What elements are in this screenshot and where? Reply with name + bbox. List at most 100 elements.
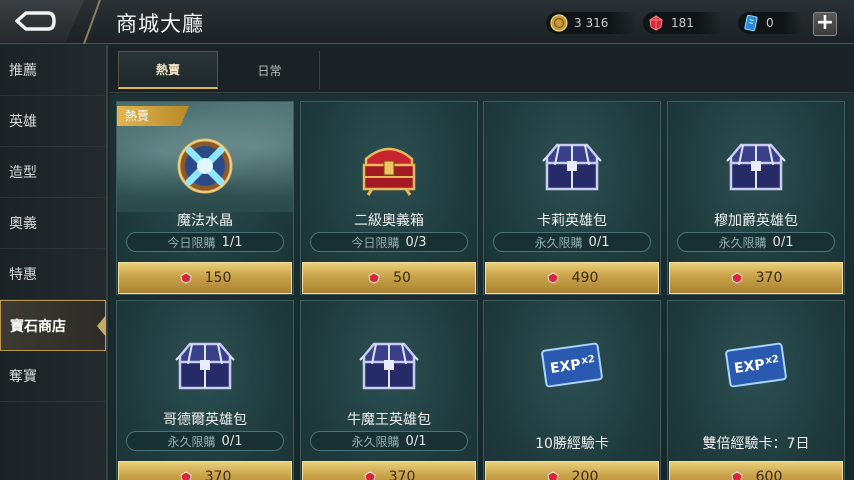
top-bar: 商城大廳 3 316 181 0 +: [0, 0, 854, 44]
red-gem-icon: [731, 471, 743, 480]
back-button[interactable]: [0, 0, 84, 42]
limit-count: 0/1: [405, 433, 427, 449]
gold-coin-icon: [550, 14, 568, 32]
red-gem-icon: [364, 471, 376, 480]
magic-crystal-icon: [177, 138, 233, 194]
page-title: 商城大廳: [116, 12, 204, 36]
purchase-limit: 永久限購 0/1: [493, 232, 651, 252]
header-divider: [83, 0, 101, 44]
buy-button[interactable]: 370: [118, 461, 292, 480]
product-name: 穆加爵英雄包: [714, 213, 798, 229]
product-card[interactable]: EXP x2 雙倍經驗卡：7日 600: [667, 300, 845, 480]
product-card[interactable]: 牛魔王英雄包 永久限購 0/1 370: [300, 300, 478, 480]
limit-count: 0/1: [221, 433, 243, 449]
hero-chest-icon: [726, 143, 786, 191]
purchase-limit: 今日限購 0/3: [310, 232, 468, 252]
product-card[interactable]: 熱賣 魔法水晶 今日限購 1/1 150: [116, 101, 294, 295]
limit-count: 0/1: [772, 234, 794, 250]
product-name: 卡莉英雄包: [537, 213, 607, 229]
limit-count: 0/1: [588, 234, 610, 250]
ticket-value: 0: [766, 16, 774, 30]
tab-bar: 熱賣 日常: [110, 45, 854, 93]
tab-daily[interactable]: 日常: [220, 51, 320, 89]
product-art: [301, 319, 477, 411]
purchase-limit: 今日限購 1/1: [126, 232, 284, 252]
limit-label: 永久限購: [351, 434, 400, 449]
limit-label: 今日限購: [167, 235, 216, 250]
sidebar: 推薦 英雄 造型 奧義 特惠 寶石商店 奪寶: [0, 45, 108, 480]
hero-chest-icon: [542, 143, 602, 191]
exp-card-multiplier: x2: [765, 354, 780, 367]
product-grid: 熱賣 魔法水晶 今日限購 1/1 150 二級奧義箱 今日限購 0/3 50 卡…: [110, 94, 854, 480]
purchase-limit: 永久限購 0/1: [126, 431, 284, 451]
gem-value: 181: [671, 16, 694, 30]
product-art: [668, 120, 844, 212]
add-currency-button[interactable]: +: [813, 12, 837, 36]
buy-button[interactable]: 490: [485, 262, 659, 294]
gem-balance: 181: [643, 12, 722, 34]
limit-count: 0/3: [405, 234, 427, 250]
product-art: [117, 120, 293, 212]
product-card[interactable]: 哥德爾英雄包 永久限購 0/1 370: [116, 300, 294, 480]
tab-hot-sale[interactable]: 熱賣: [118, 51, 218, 89]
buy-button[interactable]: 370: [302, 461, 476, 480]
exp-card-icon: EXP x2: [725, 342, 787, 388]
blue-ticket-icon: [744, 14, 758, 32]
sidebar-item-skins[interactable]: 造型: [0, 147, 106, 198]
sidebar-item-recommend[interactable]: 推薦: [0, 45, 106, 96]
price-value: 150: [204, 270, 232, 286]
product-card[interactable]: 卡莉英雄包 永久限購 0/1 490: [483, 101, 661, 295]
sidebar-item-gem-shop[interactable]: 寶石商店: [0, 300, 106, 351]
limit-count: 1/1: [221, 234, 243, 250]
buy-button[interactable]: 200: [485, 461, 659, 480]
price-value: 370: [204, 469, 232, 480]
buy-button[interactable]: 370: [669, 262, 843, 294]
red-gem-icon: [368, 272, 380, 284]
product-name: 魔法水晶: [177, 213, 233, 229]
product-card[interactable]: EXP x2 10勝經驗卡 200: [483, 300, 661, 480]
sidebar-item-specials[interactable]: 特惠: [0, 249, 106, 300]
price-value: 490: [571, 270, 599, 286]
red-chest-icon: [362, 147, 416, 196]
product-name: 10勝經驗卡: [535, 436, 609, 452]
limit-label: 永久限購: [534, 235, 583, 250]
sidebar-item-arcana[interactable]: 奧義: [0, 198, 106, 249]
buy-button[interactable]: 50: [302, 262, 476, 294]
back-arrow-icon: [15, 11, 56, 31]
hero-chest-icon: [175, 342, 235, 390]
red-gem-icon: [649, 15, 663, 31]
sidebar-item-treasure[interactable]: 奪寶: [0, 351, 106, 402]
ticket-balance: 0: [738, 12, 802, 34]
red-gem-icon: [731, 272, 743, 284]
product-art: [484, 120, 660, 212]
product-name: 牛魔王英雄包: [347, 412, 431, 428]
product-art: [117, 319, 293, 411]
red-gem-icon: [547, 272, 559, 284]
limit-label: 今日限購: [351, 235, 400, 250]
price-value: 370: [755, 270, 783, 286]
sidebar-item-heroes[interactable]: 英雄: [0, 96, 106, 147]
exp-card-icon: EXP x2: [541, 342, 603, 388]
price-value: 200: [571, 469, 599, 480]
buy-button[interactable]: 600: [669, 461, 843, 480]
product-name: 哥德爾英雄包: [163, 412, 247, 428]
red-gem-icon: [180, 471, 192, 480]
product-card[interactable]: 穆加爵英雄包 永久限購 0/1 370: [667, 101, 845, 295]
limit-label: 永久限購: [718, 235, 767, 250]
exp-card-multiplier: x2: [581, 354, 596, 367]
product-name: 二級奧義箱: [354, 213, 424, 229]
purchase-limit: 永久限購 0/1: [677, 232, 835, 252]
red-gem-icon: [180, 272, 192, 284]
buy-button[interactable]: 150: [118, 262, 292, 294]
price-value: 600: [755, 469, 783, 480]
product-name: 雙倍經驗卡：7日: [702, 436, 810, 452]
price-value: 370: [388, 469, 416, 480]
product-art: [301, 120, 477, 212]
purchase-limit: 永久限購 0/1: [310, 431, 468, 451]
limit-label: 永久限購: [167, 434, 216, 449]
price-value: 50: [393, 270, 411, 286]
red-gem-icon: [547, 471, 559, 480]
product-card[interactable]: 二級奧義箱 今日限購 0/3 50: [300, 101, 478, 295]
gold-coin-value: 3 316: [574, 16, 609, 30]
hero-chest-icon: [359, 342, 419, 390]
